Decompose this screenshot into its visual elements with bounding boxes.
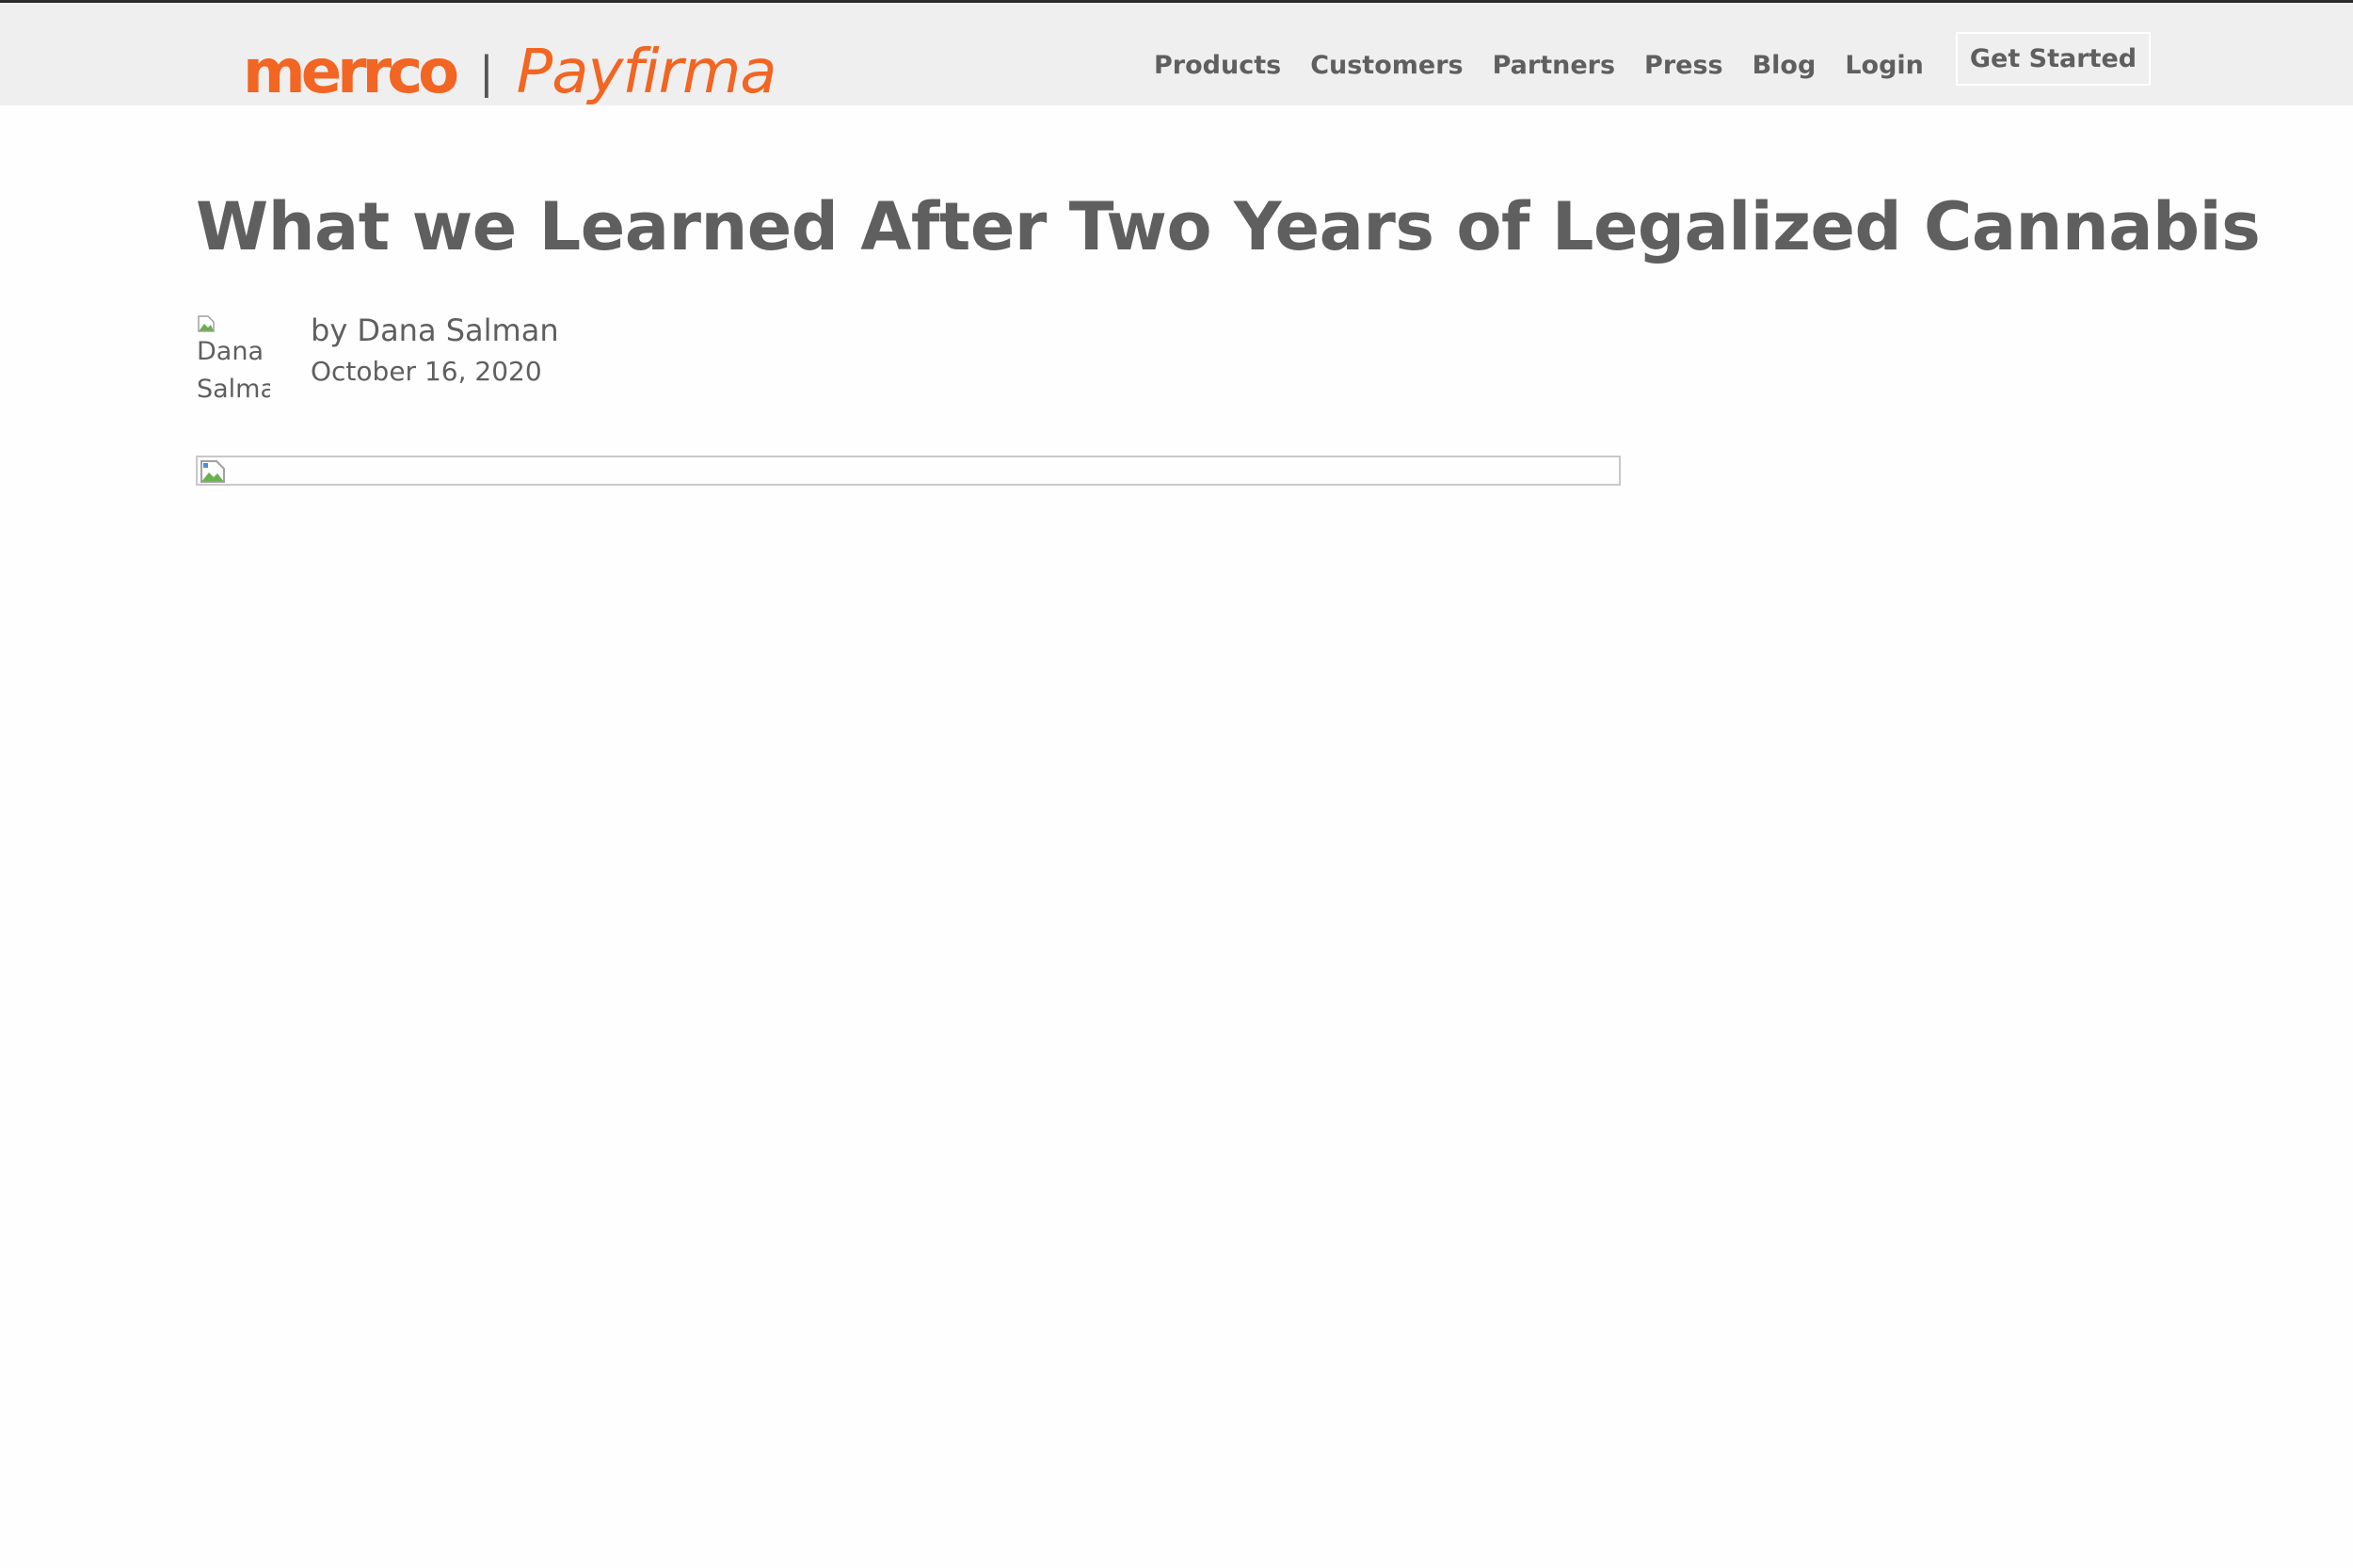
main-nav: Products Customers Partners Press Blog L… bbox=[1154, 32, 2152, 86]
nav-link-products[interactable]: Products bbox=[1154, 51, 1281, 80]
nav-link-press[interactable]: Press bbox=[1644, 51, 1723, 80]
logo-payfirma: Payfirma bbox=[516, 38, 777, 107]
article-title: What we Learned After Two Years of Legal… bbox=[196, 188, 2261, 265]
publish-date: October 16, 2020 bbox=[311, 356, 542, 387]
nav-link-login[interactable]: Login bbox=[1845, 51, 1924, 80]
logo-separator: | bbox=[479, 47, 494, 98]
site-logo[interactable]: merrco | Payfirma bbox=[243, 35, 776, 110]
author-byline[interactable]: by Dana Salman bbox=[311, 312, 559, 348]
broken-image-icon bbox=[198, 315, 215, 332]
author-avatar: Dana Salman bbox=[197, 314, 270, 408]
nav-link-blog[interactable]: Blog bbox=[1753, 51, 1817, 80]
nav-link-customers[interactable]: Customers bbox=[1310, 51, 1463, 80]
get-started-button[interactable]: Get Started bbox=[1955, 32, 2152, 86]
nav-link-partners[interactable]: Partners bbox=[1493, 51, 1615, 80]
hero-image bbox=[196, 456, 1621, 486]
broken-image-icon bbox=[200, 460, 225, 483]
logo-merrco: merrco bbox=[243, 38, 459, 107]
site-header: merrco | Payfirma Products Customers Par… bbox=[0, 3, 2353, 107]
author-avatar-alt: Dana Salman bbox=[197, 337, 270, 404]
